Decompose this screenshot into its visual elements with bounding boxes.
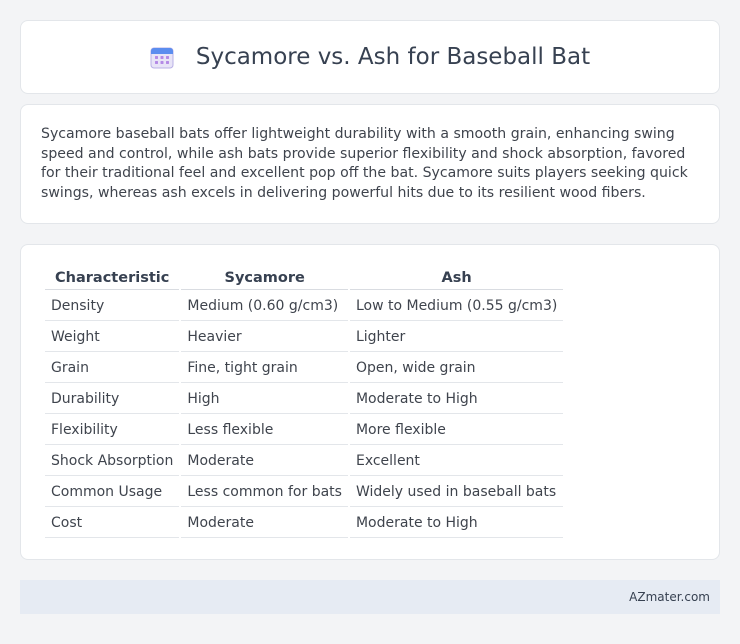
description-text: Sycamore baseball bats offer lightweight… <box>41 126 688 201</box>
table-header-row: Characteristic Sycamore Ash <box>45 265 564 290</box>
table-row: Weight Heavier Lighter <box>45 323 564 352</box>
table-cell: Moderate <box>181 509 348 538</box>
table-cell: Weight <box>45 323 180 352</box>
table-cell: Less common for bats <box>181 478 348 507</box>
table-cell: Heavier <box>181 323 348 352</box>
table-row: Shock Absorption Moderate Excellent <box>45 447 564 476</box>
table-cell: Lighter <box>349 323 564 352</box>
table-cell: Moderate to High <box>349 509 564 538</box>
table-cell: Flexibility <box>45 416 180 445</box>
header-sycamore: Sycamore <box>181 265 348 290</box>
table-cell: Open, wide grain <box>349 354 564 383</box>
description-card: Sycamore baseball bats offer lightweight… <box>20 104 720 224</box>
footer: AZmater.com <box>20 580 720 614</box>
comparison-table: Characteristic Sycamore Ash Density Mediu… <box>43 263 565 540</box>
table-cell: More flexible <box>349 416 564 445</box>
table-cell: Density <box>45 292 180 321</box>
table-cell: Durability <box>45 385 180 414</box>
page-title: Sycamore vs. Ash for Baseball Bat <box>195 44 591 70</box>
table-cell: Common Usage <box>45 478 180 507</box>
table-cell: Shock Absorption <box>45 447 180 476</box>
table-row: Grain Fine, tight grain Open, wide grain <box>45 354 564 383</box>
comparison-table-card: Characteristic Sycamore Ash Density Mediu… <box>20 244 720 560</box>
table-cell: High <box>181 385 348 414</box>
table-cell: Cost <box>45 509 180 538</box>
table-cell: Low to Medium (0.55 g/cm3) <box>349 292 564 321</box>
table-row: Cost Moderate Moderate to High <box>45 509 564 538</box>
table-cell: Widely used in baseball bats <box>349 478 564 507</box>
table-cell: Less flexible <box>181 416 348 445</box>
table-row: Flexibility Less flexible More flexible <box>45 416 564 445</box>
calendar-icon <box>150 47 174 69</box>
header-characteristic: Characteristic <box>45 265 180 290</box>
table-cell: Grain <box>45 354 180 383</box>
footer-brand: AZmater.com <box>629 590 710 604</box>
table-row: Durability High Moderate to High <box>45 385 564 414</box>
title-card: Sycamore vs. Ash for Baseball Bat <box>20 20 720 94</box>
table-cell: Fine, tight grain <box>181 354 348 383</box>
table-row: Common Usage Less common for bats Widely u… <box>45 478 564 507</box>
table-cell: Excellent <box>349 447 564 476</box>
table-cell: Medium (0.60 g/cm3) <box>181 292 348 321</box>
table-cell: Moderate <box>181 447 348 476</box>
header-ash: Ash <box>349 265 564 290</box>
table-cell: Moderate to High <box>349 385 564 414</box>
table-row: Density Medium (0.60 g/cm3) Low to Medium … <box>45 292 564 321</box>
